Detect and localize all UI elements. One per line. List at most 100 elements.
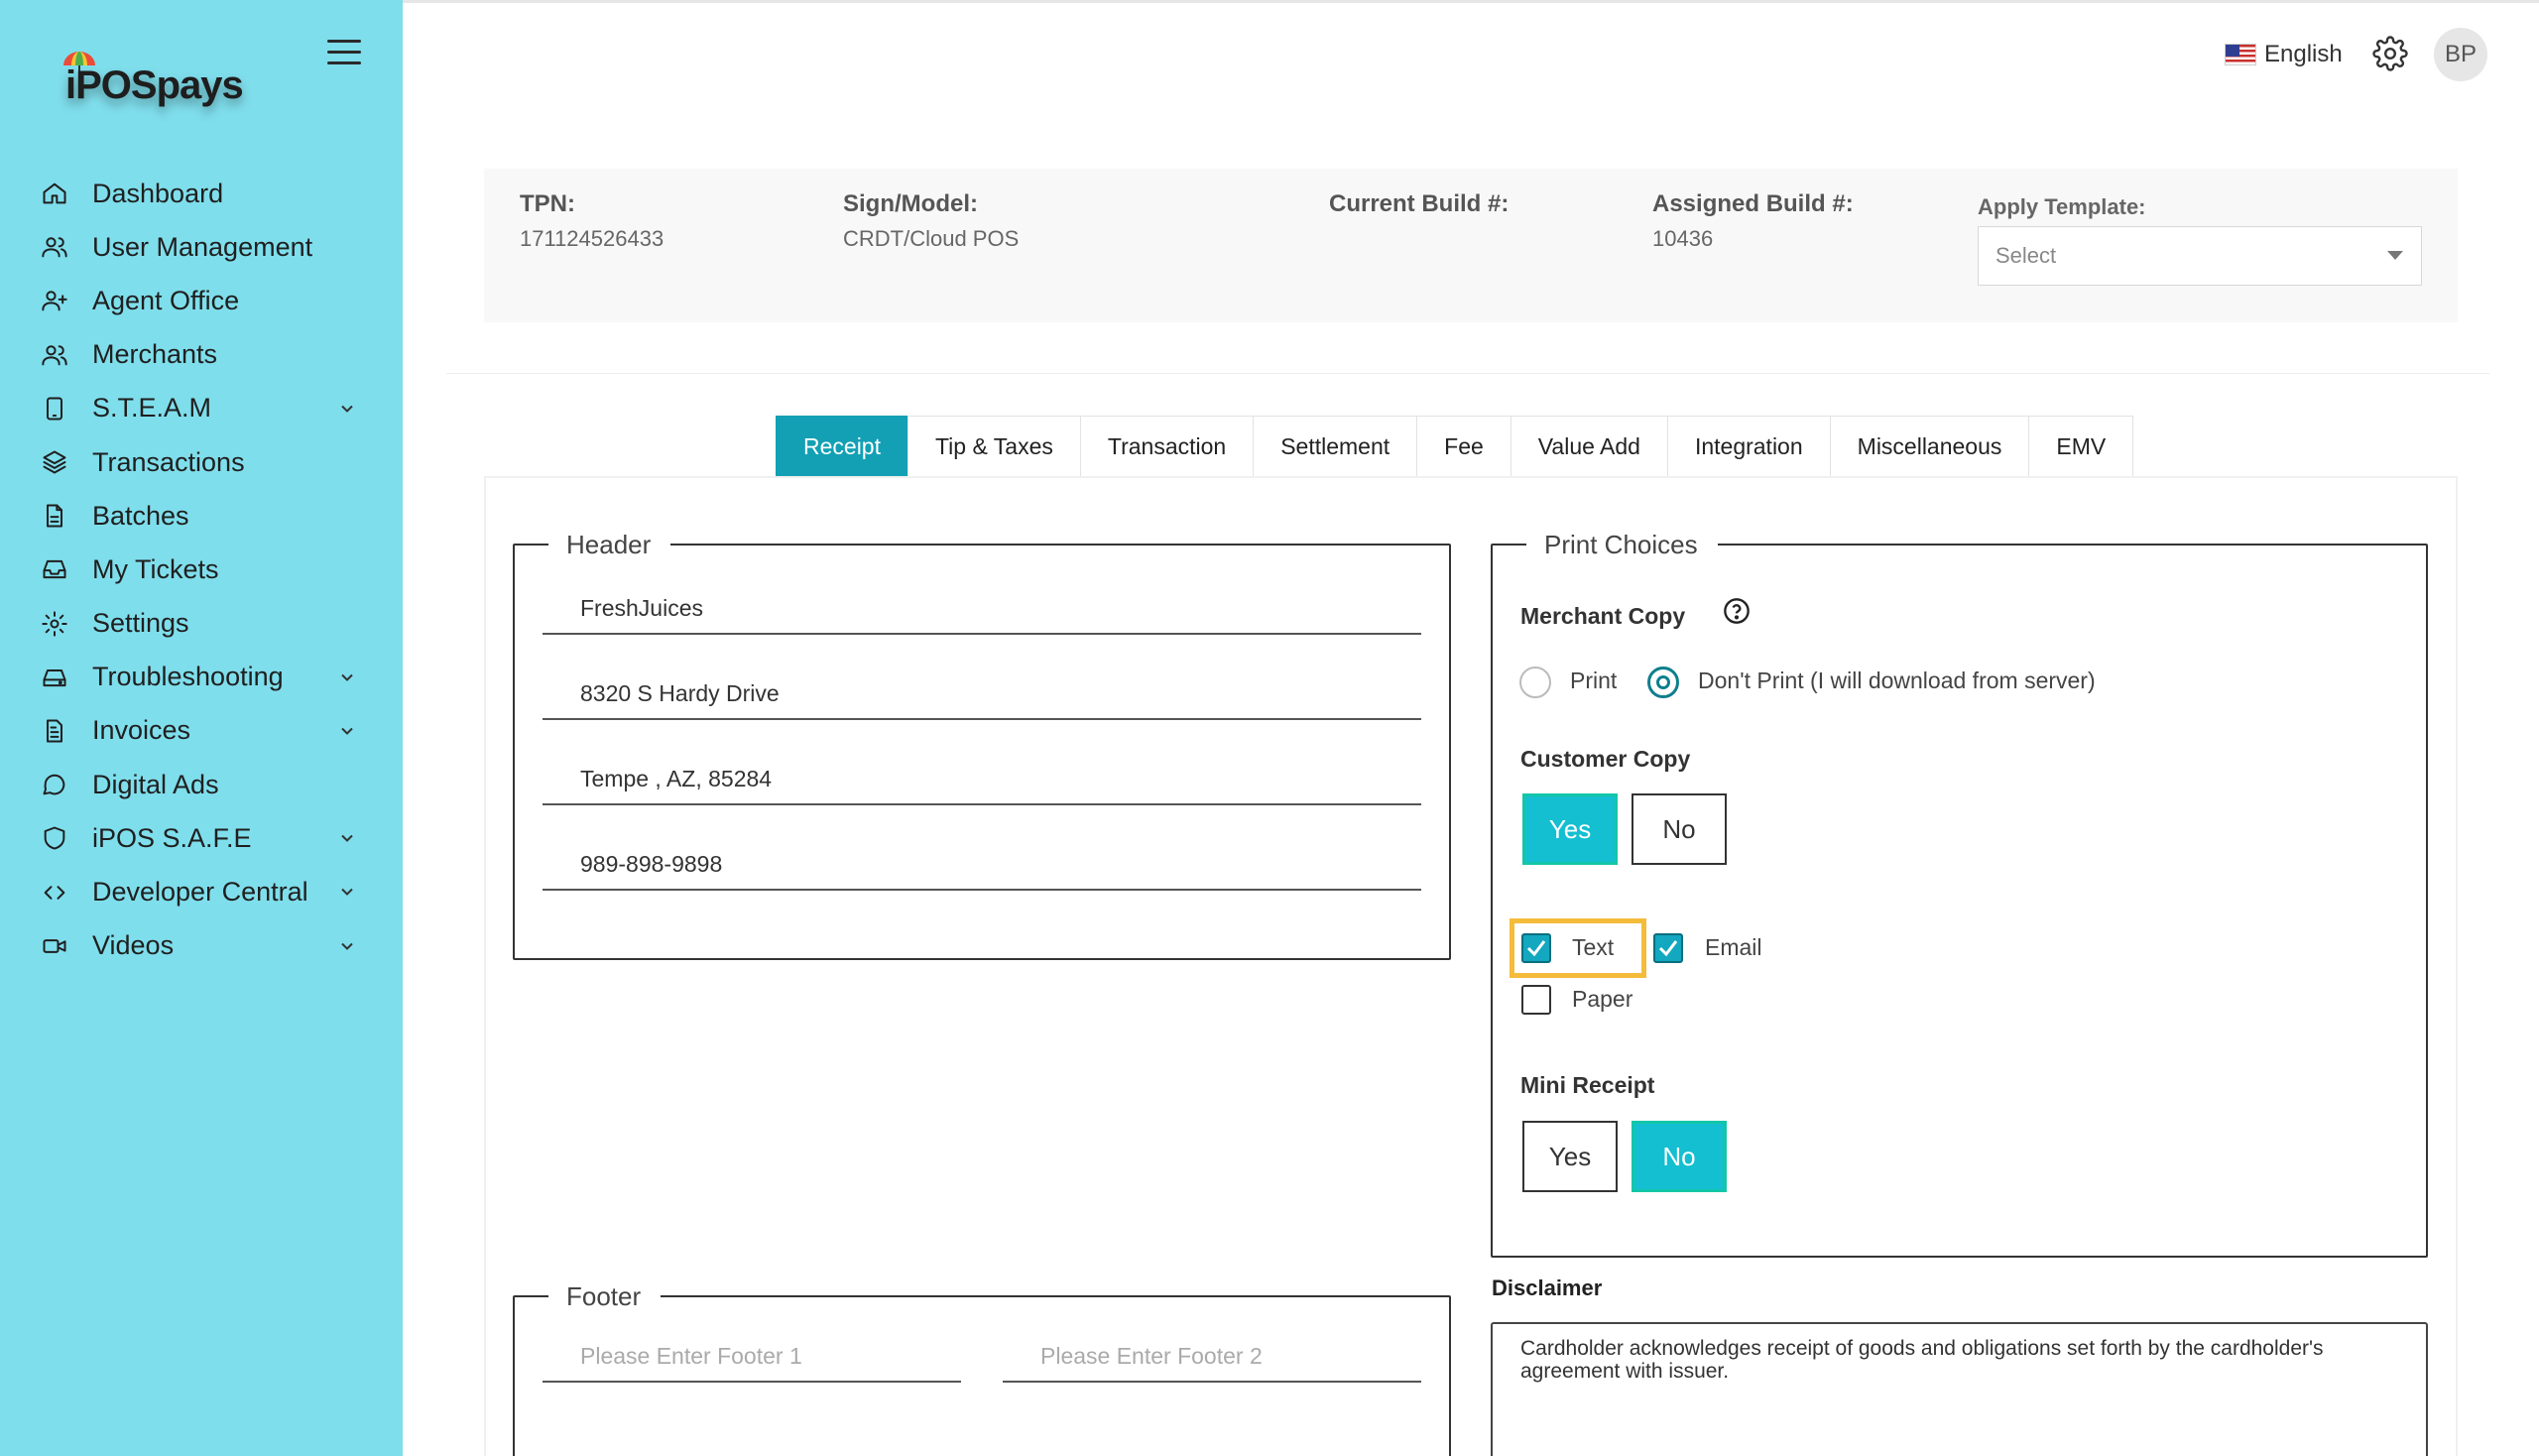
- customer-copy-no-button[interactable]: No: [1632, 793, 1727, 865]
- email-checkbox-label: Email: [1705, 934, 1762, 960]
- paper-checkbox[interactable]: [1521, 985, 1551, 1015]
- language-selector[interactable]: English: [2225, 38, 2343, 71]
- header-line-4-input[interactable]: 989-898-9898: [543, 835, 1421, 891]
- tpn-label: TPN:: [520, 190, 575, 217]
- footer-2-input[interactable]: Please Enter Footer 2: [1003, 1327, 1421, 1383]
- sidebar-item-developer-central[interactable]: Developer Central: [0, 865, 403, 918]
- header-line-2-input[interactable]: 8320 S Hardy Drive: [543, 665, 1421, 720]
- merchant-dont-print-radio[interactable]: [1647, 667, 1679, 698]
- text-checkbox[interactable]: [1521, 933, 1551, 963]
- disclaimer-text: Cardholder acknowledges receipt of goods…: [1520, 1337, 2324, 1383]
- chevron-down-icon[interactable]: [337, 721, 357, 741]
- sidebar-item-ipos-s-a-f-e[interactable]: iPOS S.A.F.E: [0, 811, 403, 865]
- current-build-block: Current Build #:: [1329, 190, 1509, 226]
- sidebar-item-agent-office[interactable]: Agent Office: [0, 274, 403, 327]
- layers-icon: [40, 447, 69, 477]
- users-icon: [40, 232, 69, 262]
- tpn-value: 171124526433: [520, 226, 665, 251]
- sidebar-item-digital-ads[interactable]: Digital Ads: [0, 758, 403, 811]
- footer-legend: Footer: [548, 1281, 662, 1312]
- sidebar-item-merchants[interactable]: Merchants: [0, 328, 403, 382]
- sidebar-nav: Dashboard User Management Agent Office Merc…: [0, 167, 403, 973]
- tab-fee[interactable]: Fee: [1416, 416, 1511, 477]
- chat-bubble-icon: [40, 770, 69, 799]
- header-line-4-value: 989-898-9898: [580, 851, 723, 877]
- header-line-3-input[interactable]: Tempe , AZ, 85284: [543, 750, 1421, 805]
- apply-template-label: Apply Template:: [1978, 194, 2146, 219]
- sidebar-item-dashboard[interactable]: Dashboard: [0, 167, 403, 220]
- footer-1-input[interactable]: Please Enter Footer 1: [543, 1327, 961, 1383]
- language-label: English: [2264, 41, 2343, 67]
- assigned-build-value: 10436: [1652, 226, 1714, 251]
- device-icon: [40, 394, 69, 424]
- email-checkbox[interactable]: [1653, 933, 1683, 963]
- disclaimer-textarea[interactable]: Cardholder acknowledges receipt of goods…: [1491, 1322, 2428, 1456]
- file-icon: [40, 501, 69, 531]
- settings-gear-icon[interactable]: [2372, 36, 2408, 71]
- user-plus-icon: [40, 286, 69, 315]
- logo-text: iPOSpays: [65, 63, 244, 107]
- sidebar-item-label: Digital Ads: [92, 769, 219, 799]
- tab-value-add[interactable]: Value Add: [1510, 416, 1668, 477]
- header-legend: Header: [548, 530, 671, 560]
- mini-receipt-no-button[interactable]: No: [1632, 1121, 1727, 1192]
- sidebar-item-troubleshooting[interactable]: Troubleshooting: [0, 651, 403, 704]
- sidebar-item-label: Dashboard: [92, 178, 224, 208]
- merchant-print-radio[interactable]: [1519, 667, 1551, 698]
- merchant-dont-print-label: Don't Print (I will download from server…: [1698, 667, 2096, 693]
- sidebar-item-label: Agent Office: [92, 285, 240, 315]
- tab-settlement[interactable]: Settlement: [1253, 416, 1418, 477]
- drive-icon: [40, 663, 69, 692]
- header-line-3-value: Tempe , AZ, 85284: [580, 766, 773, 791]
- chevron-down-icon[interactable]: [337, 936, 357, 956]
- chevron-down-icon[interactable]: [337, 828, 357, 848]
- tab-transaction[interactable]: Transaction: [1079, 416, 1255, 477]
- sidebar-item-label: Merchants: [92, 339, 218, 370]
- sidebar-item-label: Batches: [92, 500, 189, 531]
- sidebar-item-label: Developer Central: [92, 877, 308, 908]
- merchant-copy-title: Merchant Copy: [1520, 603, 1686, 629]
- sidebar-item-label: S.T.E.A.M: [92, 393, 212, 424]
- tab-integration[interactable]: Integration: [1666, 416, 1831, 477]
- avatar[interactable]: BP: [2434, 28, 2487, 81]
- model-block: Sign/Model: CRDT/Cloud POS: [843, 190, 1019, 252]
- sidebar-item-batches[interactable]: Batches: [0, 489, 403, 543]
- assigned-build-block: Assigned Build #: 10436: [1652, 190, 1854, 252]
- apply-template-select[interactable]: Select: [1978, 226, 2422, 286]
- sidebar-item-settings[interactable]: Settings: [0, 597, 403, 651]
- header-line-2-value: 8320 S Hardy Drive: [580, 680, 780, 706]
- divider: [446, 373, 2489, 374]
- chevron-down-icon[interactable]: [337, 667, 357, 687]
- tab-receipt[interactable]: Receipt: [776, 416, 908, 477]
- sidebar-item-user-management[interactable]: User Management: [0, 220, 403, 274]
- sidebar-item-my-tickets[interactable]: My Tickets: [0, 543, 403, 596]
- sidebar-item-invoices[interactable]: Invoices: [0, 704, 403, 758]
- customer-copy-yes-button[interactable]: Yes: [1522, 793, 1618, 865]
- inbox-icon: [40, 554, 69, 584]
- model-label: Sign/Model:: [843, 190, 978, 217]
- header-line-1-input[interactable]: FreshJuices: [543, 579, 1421, 635]
- header-line-1-value: FreshJuices: [580, 595, 703, 621]
- logo[interactable]: iPOSpays: [58, 44, 276, 113]
- footer-2-placeholder: Please Enter Footer 2: [1040, 1343, 1263, 1369]
- sidebar-item-label: Invoices: [92, 715, 191, 746]
- app-window: iPOSpays Dashboard User Management Agent O…: [0, 0, 2539, 1456]
- sidebar: iPOSpays Dashboard User Management Agent O…: [0, 0, 403, 1456]
- tab-emv[interactable]: EMV: [2028, 416, 2134, 477]
- mini-receipt-yes-button[interactable]: Yes: [1522, 1121, 1618, 1192]
- shield-icon: [40, 823, 69, 853]
- tab-tip-taxes[interactable]: Tip & Taxes: [907, 416, 1081, 477]
- gear-icon: [40, 609, 69, 639]
- hamburger-menu-icon[interactable]: [327, 40, 361, 67]
- chevron-down-icon[interactable]: [337, 882, 357, 902]
- tab-miscellaneous[interactable]: Miscellaneous: [1829, 416, 2030, 477]
- us-flag-icon: [2225, 44, 2256, 65]
- check-icon: [1658, 940, 1678, 957]
- chevron-down-icon[interactable]: [337, 399, 357, 419]
- paper-checkbox-label: Paper: [1572, 986, 1633, 1012]
- sidebar-item-s-t-e-a-m[interactable]: S.T.E.A.M: [0, 382, 403, 435]
- sidebar-item-transactions[interactable]: Transactions: [0, 435, 403, 489]
- sidebar-item-videos[interactable]: Videos: [0, 919, 403, 973]
- help-question-icon[interactable]: [1723, 597, 1751, 625]
- document-icon: [40, 716, 69, 746]
